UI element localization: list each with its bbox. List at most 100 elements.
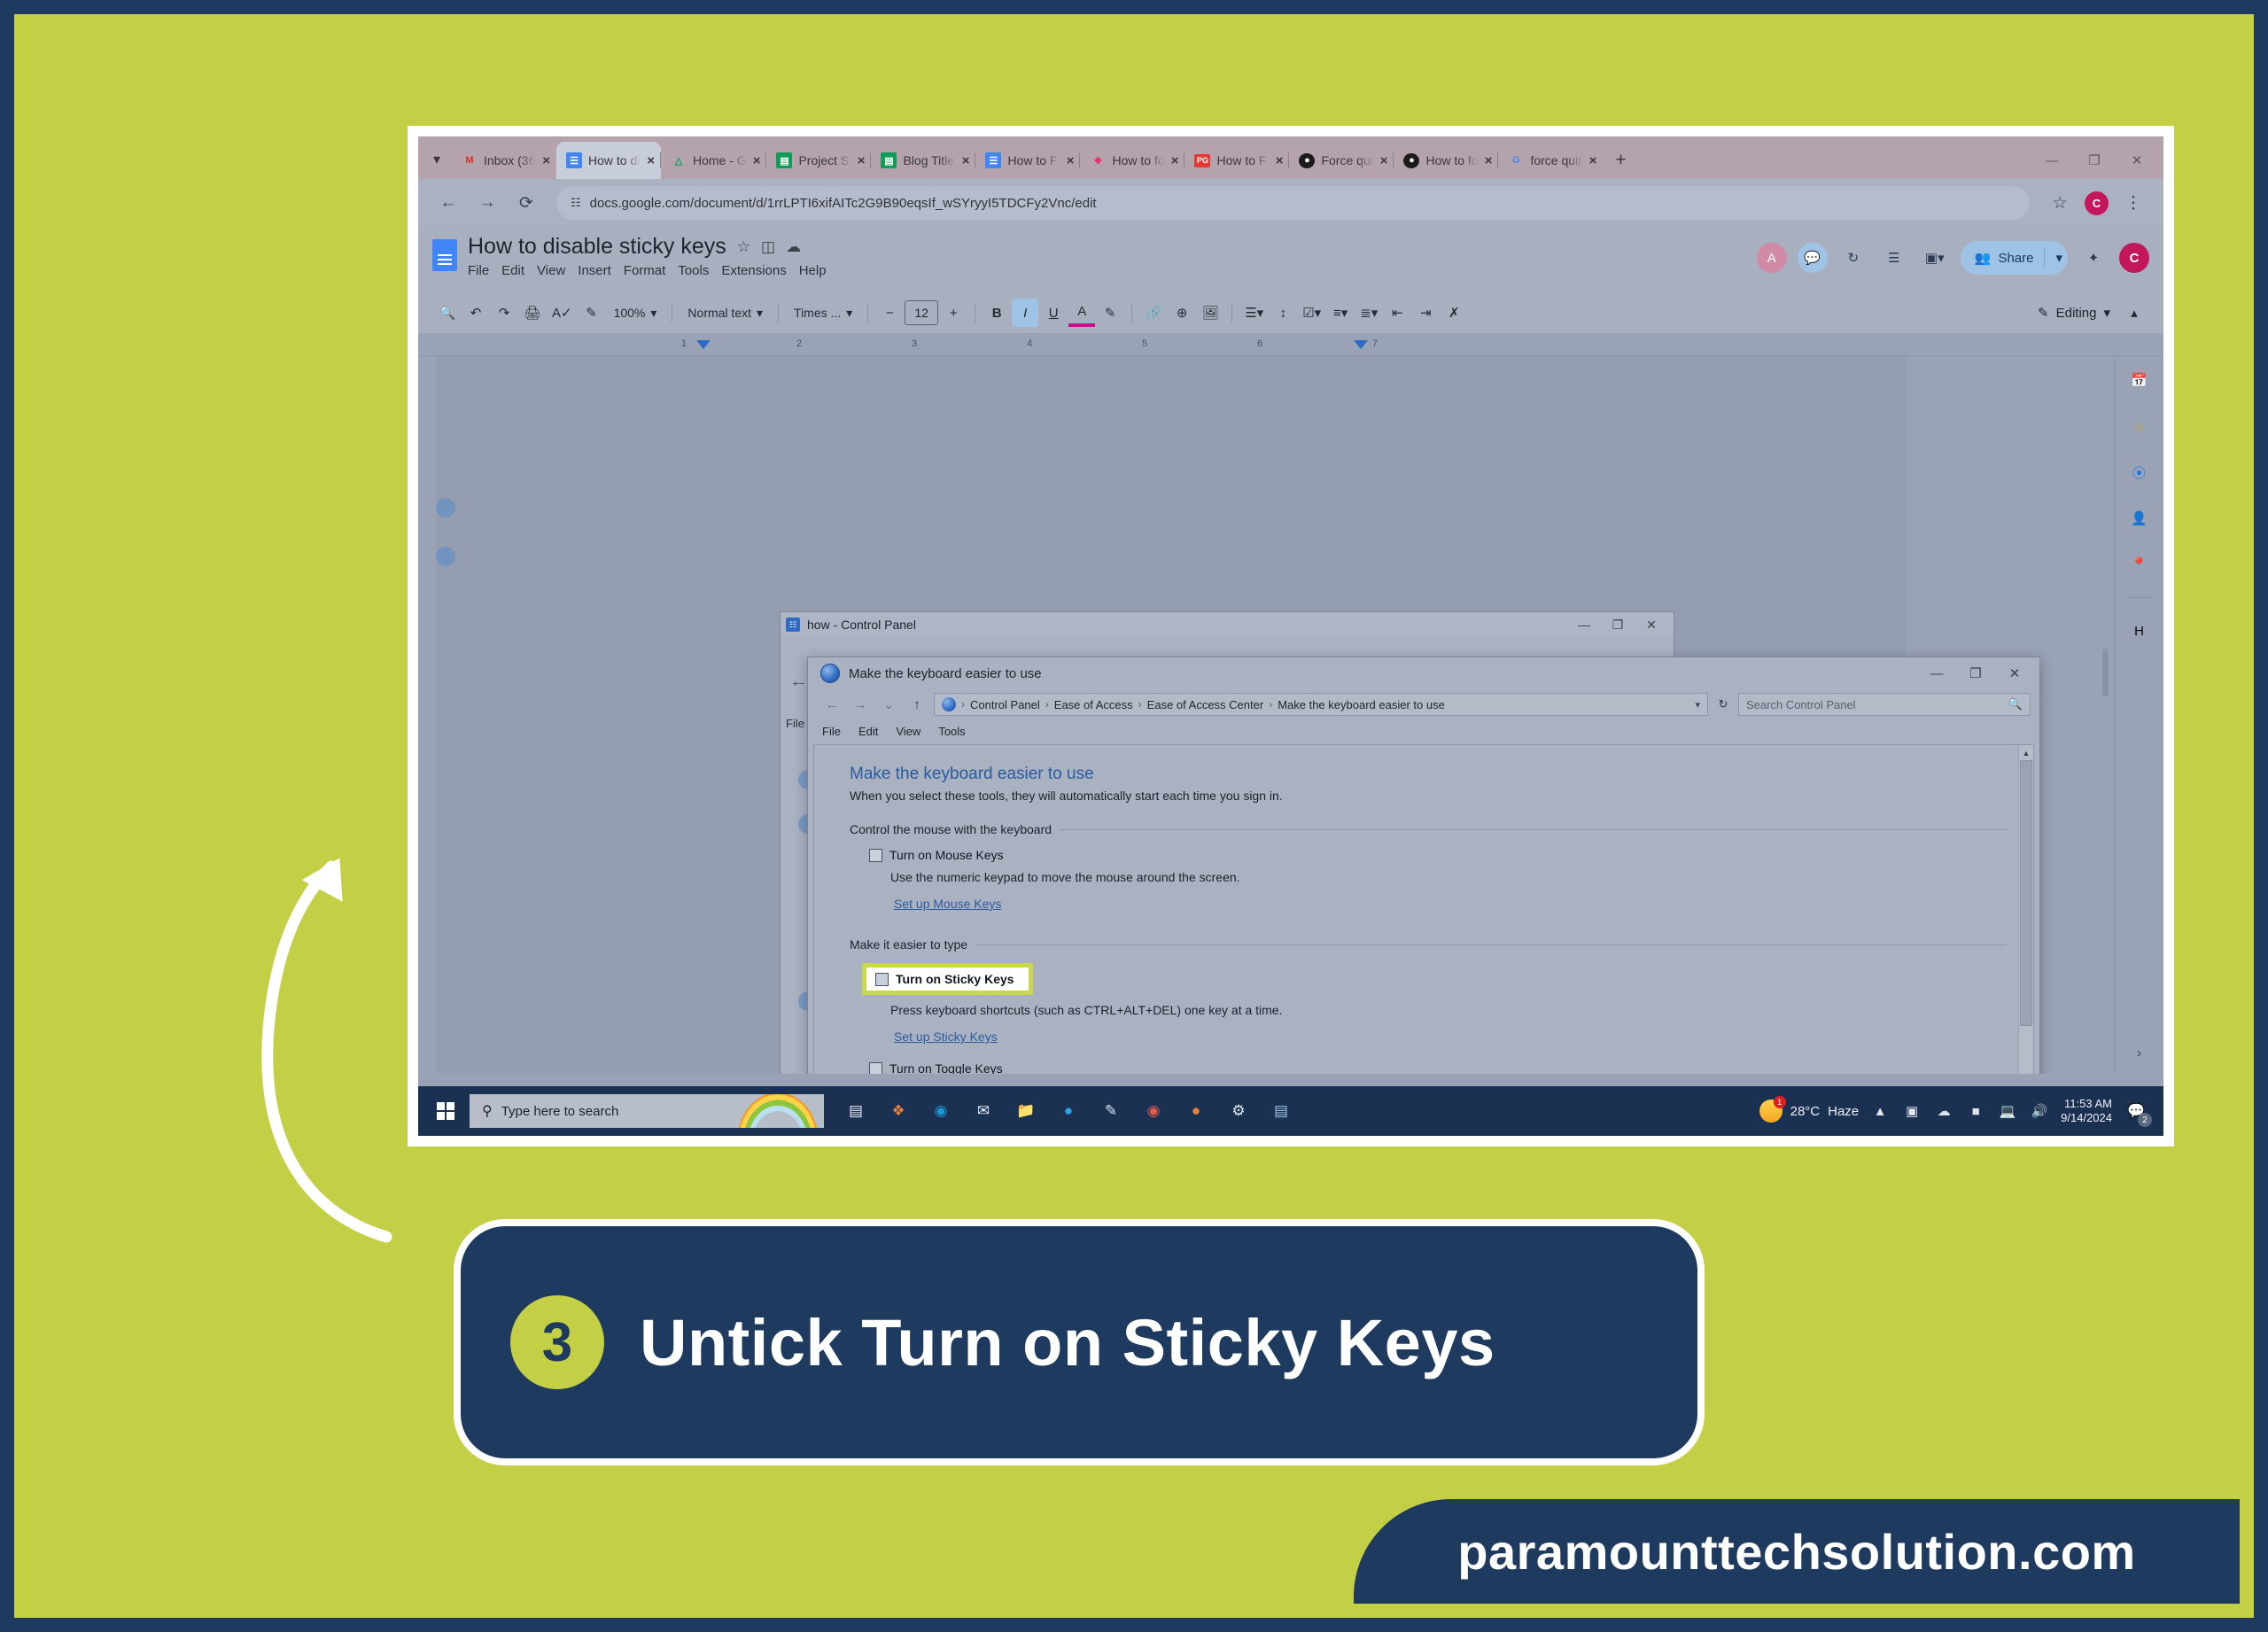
google-calendar-icon[interactable]: 📅 [2126,367,2153,393]
tab-search-icon[interactable]: ▾ [422,140,452,179]
back-button[interactable]: ← [431,185,466,221]
address-bar[interactable]: ☷ docs.google.com/document/d/1rrLPTI6xif… [556,186,2030,220]
add-on-icon[interactable]: Н [2126,618,2153,644]
chevron-up-icon[interactable]: ▴ [2121,299,2148,327]
link-set-up-sticky-keys[interactable]: Set up Sticky Keys [894,1030,998,1044]
checkbox-row-sticky-keys[interactable]: Turn on Sticky Keys [862,963,1033,995]
breadcrumb-item-ease-of-access-center[interactable]: Ease of Access Center [1147,698,1264,711]
menu-tools[interactable]: Tools [678,263,709,278]
chevron-down-icon[interactable]: ▾ [1695,699,1700,711]
meet-icon[interactable]: ▣▾ [1920,243,1950,273]
insert-image-icon[interactable]: 🖼 [1197,299,1223,327]
menu-view[interactable]: View [896,725,920,738]
cloud-saved-icon[interactable]: ☁ [786,238,801,256]
menu-edit[interactable]: Edit [858,725,878,738]
increase-indent-icon[interactable]: ⇥ [1412,299,1439,327]
page-title[interactable]: How to disable sticky keys [468,234,726,260]
google-maps-icon[interactable]: 📍 [2126,551,2153,578]
battery-icon[interactable]: ■ [1965,1104,1986,1119]
menu-insert[interactable]: Insert [578,263,611,278]
settings-icon[interactable]: ⚙ [1223,1095,1254,1127]
close-button[interactable]: ✕ [2116,142,2158,179]
font-size-input[interactable]: 12 [905,300,939,325]
breadcrumb-item-control-panel[interactable]: Control Panel [970,698,1040,711]
recent-locations-button[interactable]: ⌄ [877,693,900,716]
skype-icon[interactable]: ● [1052,1095,1084,1127]
add-comment-icon[interactable]: ⊕ [1169,299,1195,327]
scrollbar-thumb[interactable] [2102,649,2109,696]
office-icon[interactable]: ❖ [882,1095,914,1127]
forward-button[interactable]: → [470,185,505,221]
decrease-indent-icon[interactable]: ⇤ [1384,299,1410,327]
control-panel-menu[interactable]: File [786,717,804,730]
text-color-button[interactable]: A [1068,299,1096,327]
close-button[interactable]: ✕ [1635,613,1668,636]
browser-tab[interactable]: ☰ How to F × [975,142,1080,179]
forward-button[interactable]: → [849,693,872,716]
maximize-button[interactable]: ❐ [1956,658,1995,688]
close-icon[interactable]: × [647,153,655,168]
control-panel-icon[interactable]: ▤ [1265,1095,1297,1127]
checkbox-mouse-keys[interactable] [869,849,882,862]
chevron-down-icon[interactable]: ▾ [2055,250,2062,266]
browser-tab[interactable]: ▤ Project S × [765,142,871,179]
editing-mode-button[interactable]: ✎ Editing ▾ [2032,305,2116,322]
italic-button[interactable]: I [1012,299,1039,327]
close-icon[interactable]: × [1380,153,1388,168]
paragraph-style-select[interactable]: Normal text ▾ [680,299,770,327]
close-icon[interactable]: × [1485,153,1493,168]
browser-tab[interactable]: ● Force qui × [1288,142,1394,179]
chrome-icon[interactable]: ◉ [1138,1095,1169,1127]
zoom-level[interactable]: 100% ▾ [607,299,664,327]
minimize-button[interactable]: — [1917,658,1956,688]
menu-file[interactable]: File [822,725,841,738]
paint-format-icon[interactable]: ✎ [579,299,605,327]
breadcrumb-item-ease-of-access[interactable]: Ease of Access [1054,698,1133,711]
close-icon[interactable]: × [1589,153,1597,168]
add-comment-icon[interactable]: 💬 [1797,243,1828,273]
firefox-icon[interactable]: ● [1180,1095,1212,1127]
search-input[interactable]: ⚲ Type here to search [470,1094,824,1128]
close-icon[interactable]: × [858,153,866,168]
menu-extensions[interactable]: Extensions [721,263,786,278]
spellcheck-icon[interactable]: A✓ [548,299,577,327]
checkbox-row-mouse-keys[interactable]: Turn on Mouse Keys [869,848,2007,862]
increase-font-size-button[interactable]: + [940,299,967,327]
move-to-folder-icon[interactable]: ◫ [761,238,775,256]
close-icon[interactable]: × [962,153,970,168]
highlight-icon[interactable]: ✎ [1097,299,1123,327]
close-button[interactable]: ✕ [1995,658,2034,688]
search-input[interactable]: Search Control Panel 🔍 [1738,693,2031,716]
browser-tab[interactable]: ❖ How to fo × [1079,142,1184,179]
kebab-menu-icon[interactable]: ⋮ [2116,185,2151,221]
link-set-up-mouse-keys[interactable]: Set up Mouse Keys [894,897,1001,911]
star-icon[interactable]: ☆ [737,238,750,256]
windows-start-icon[interactable] [425,1091,466,1131]
close-icon[interactable]: × [1171,153,1179,168]
up-button[interactable]: ↑ [905,693,928,716]
bulleted-list-icon[interactable]: ≡▾ [1327,299,1354,327]
breadcrumb-item-current[interactable]: Make the keyboard easier to use [1278,698,1445,711]
share-button[interactable]: 👥 Share ▾ [1960,241,2068,275]
microsoft-edge-icon[interactable]: ◉ [925,1095,957,1127]
google-contacts-icon[interactable]: 👤 [2126,505,2153,532]
onedrive-icon[interactable]: ☁ [1933,1103,1954,1119]
menu-edit[interactable]: Edit [501,263,524,278]
align-icon[interactable]: ☰▾ [1240,299,1268,327]
reload-button[interactable]: ⟳ [509,185,544,221]
clock[interactable]: 11:53 AM 9/14/2024 [2061,1097,2112,1126]
browser-tab[interactable]: ● How to fo × [1393,142,1498,179]
print-icon[interactable]: 🖨 [519,299,546,327]
redo-icon[interactable]: ↷ [491,299,517,327]
maximize-button[interactable]: ❐ [2073,142,2116,179]
close-icon[interactable]: × [753,153,761,168]
checkbox-toggle-keys[interactable] [869,1062,882,1074]
line-spacing-icon[interactable]: ↕ [1270,299,1296,327]
decrease-font-size-button[interactable]: − [876,299,903,327]
refresh-icon[interactable]: ↻ [1713,697,1733,711]
undo-icon[interactable]: ↶ [462,299,489,327]
site-info-icon[interactable]: ☷ [571,196,581,210]
webcam-icon[interactable]: ▣ [1901,1103,1922,1119]
browser-tab-active[interactable]: ☰ How to di × [556,142,661,179]
sparkle-icon[interactable]: ✦ [2078,243,2109,273]
